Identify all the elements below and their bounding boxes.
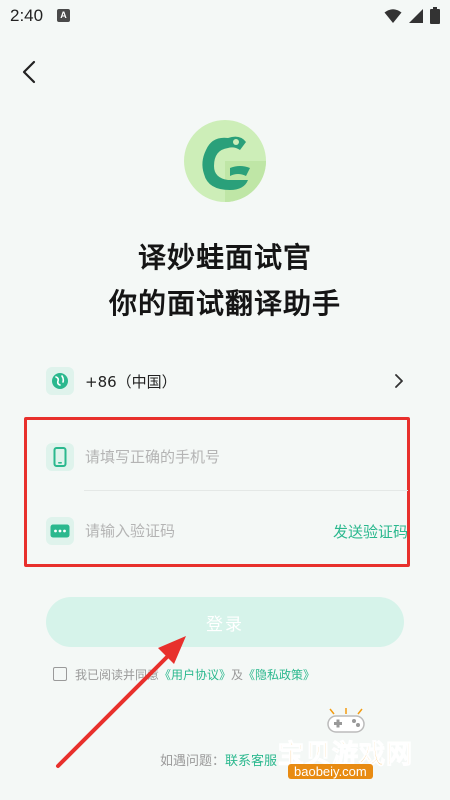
contact-support-link[interactable]: 联系客服 bbox=[225, 754, 277, 769]
phone-icon bbox=[53, 447, 67, 467]
phone-number-input[interactable] bbox=[85, 448, 305, 466]
field-divider bbox=[84, 490, 408, 491]
phone-field-row bbox=[46, 442, 408, 472]
agreement-prefix: 我已阅读并同意 bbox=[75, 667, 160, 682]
back-arrow-icon[interactable] bbox=[18, 58, 42, 86]
status-bar: 2:40 A bbox=[0, 0, 450, 32]
privacy-policy-link[interactable]: 《隐私政策》 bbox=[243, 666, 315, 683]
agreement-and: 及 bbox=[231, 667, 244, 682]
battery-icon bbox=[430, 7, 440, 24]
message-code-icon bbox=[50, 524, 70, 538]
verification-code-row: 发送验证码 bbox=[46, 516, 408, 546]
app-logo-icon bbox=[184, 120, 266, 202]
status-time: 2:40 bbox=[10, 6, 44, 25]
watermark-url: baobeiy.com bbox=[288, 764, 373, 779]
site-watermark: 宝贝游戏网 baobeiy.com bbox=[277, 704, 444, 784]
notification-app-icon: A bbox=[57, 9, 70, 22]
app-title: 译妙蛙面试官 bbox=[137, 241, 312, 274]
agreement-row: 我已阅读并同意 《用户协议》 及 《隐私政策》 bbox=[53, 665, 315, 683]
globe-icon bbox=[52, 373, 68, 389]
chevron-right-icon bbox=[395, 374, 403, 388]
send-code-button[interactable]: 发送验证码 bbox=[333, 521, 408, 542]
help-row: 如遇问题：联系客服 bbox=[160, 750, 277, 769]
agreement-checkbox[interactable] bbox=[53, 667, 67, 681]
country-code-selector[interactable]: +86（中国） bbox=[46, 366, 408, 396]
globe-icon-tile bbox=[46, 367, 74, 395]
user-agreement-link[interactable]: 《用户协议》 bbox=[159, 666, 231, 683]
verification-code-input[interactable] bbox=[85, 522, 305, 540]
signal-icon bbox=[409, 8, 423, 23]
code-icon-tile bbox=[46, 517, 74, 545]
country-code-label: +86（中国） bbox=[85, 372, 177, 391]
app-subtitle: 你的面试翻译助手 bbox=[108, 287, 341, 320]
wifi-icon bbox=[384, 8, 402, 23]
login-button[interactable]: 登录 bbox=[46, 597, 404, 647]
game-controller-icon bbox=[327, 708, 365, 733]
help-prefix: 如遇问题： bbox=[160, 754, 226, 769]
phone-icon-tile bbox=[46, 443, 74, 471]
status-icons bbox=[384, 7, 440, 24]
